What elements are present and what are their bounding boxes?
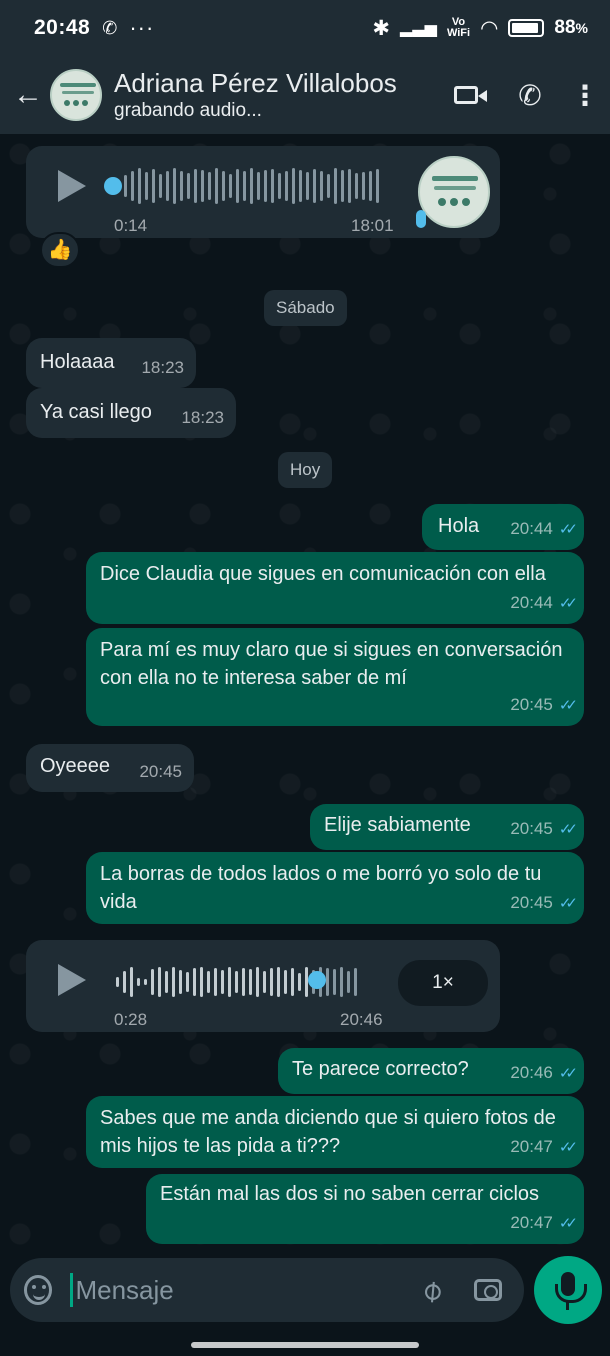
signal-icon: ▂▃▅	[400, 20, 437, 37]
message-text: La borras de todos lados o me borró yo s…	[100, 863, 542, 913]
read-receipt-icon: ✓✓	[558, 1139, 578, 1156]
date-divider: Hoy	[278, 452, 333, 488]
read-receipt-icon: ✓✓	[558, 895, 578, 912]
message-time: 20:46 ✓✓	[510, 1059, 578, 1088]
message-text: Hola	[438, 515, 480, 537]
outgoing-message[interactable]: Hola 20:44 ✓✓	[422, 504, 584, 550]
voice-message[interactable]: 0:28 20:46 1×	[26, 940, 500, 1032]
time-value: 20:45	[510, 893, 553, 912]
read-receipt-icon: ✓✓	[558, 521, 578, 538]
incoming-message[interactable]: Oyeeee 20:45	[26, 744, 194, 792]
audio-duration: 0:28	[114, 1010, 148, 1029]
more-notifications-icon: ···	[129, 15, 155, 40]
battery-value: 88	[554, 17, 576, 38]
message-time: 20:45	[139, 762, 182, 781]
time-value: 20:45	[510, 695, 553, 714]
time-value: 20:47	[510, 1213, 553, 1232]
message-time: 18:01	[351, 216, 394, 235]
video-call-icon[interactable]	[440, 79, 500, 111]
message-text: Elije sabiamente	[324, 814, 471, 836]
time-value: 20:45	[510, 819, 553, 838]
contact-avatar[interactable]	[50, 69, 102, 121]
whatsapp-icon: ✆	[102, 17, 118, 38]
wifi-icon: ◠	[480, 16, 499, 40]
voice-note-mic-icon	[416, 210, 426, 228]
outgoing-message[interactable]: Te parece correcto? 20:46 ✓✓	[278, 1048, 584, 1094]
bluetooth-icon: ✱	[372, 16, 391, 40]
message-text: Holaaaa	[40, 351, 115, 373]
contact-info[interactable]: Adriana Pérez Villalobos grabando audio.…	[114, 68, 440, 122]
battery-unit: %	[575, 20, 588, 36]
time-value: 20:46	[510, 1063, 553, 1082]
voice-call-icon[interactable]: ✆	[500, 79, 560, 112]
message-time: 20:47 ✓✓	[510, 1209, 578, 1238]
read-receipt-icon: ✓✓	[558, 595, 578, 612]
read-receipt-icon: ✓✓	[558, 1215, 578, 1232]
message-input[interactable]	[70, 1273, 411, 1307]
contact-status: grabando audio...	[114, 100, 262, 121]
outgoing-message[interactable]: Dice Claudia que sigues en comunicación …	[86, 552, 584, 624]
message-time: 18:23	[181, 408, 224, 427]
message-text: Te parece correcto?	[292, 1058, 469, 1080]
incoming-message[interactable]: Ya casi llego 18:23	[26, 388, 236, 438]
playback-position[interactable]	[308, 971, 326, 989]
gesture-home-bar[interactable]	[191, 1342, 419, 1348]
message-time: 18:23	[141, 358, 184, 377]
read-receipt-icon: ✓✓	[558, 821, 578, 838]
message-time: 20:44 ✓✓	[510, 515, 578, 544]
battery-icon	[508, 19, 545, 37]
contact-name: Adriana Pérez Villalobos	[114, 68, 397, 98]
voice-message[interactable]: 0:14 18:01	[26, 146, 500, 238]
outgoing-message[interactable]: Sabes que me anda diciendo que si quiero…	[86, 1096, 584, 1168]
outgoing-message[interactable]: Para mí es muy claro que si sigues en co…	[86, 628, 584, 726]
camera-icon[interactable]	[473, 1279, 502, 1301]
reaction-thumbs-up[interactable]: 👍	[40, 232, 80, 268]
date-divider: Sábado	[264, 290, 347, 326]
playback-position[interactable]	[104, 177, 122, 195]
microphone-icon	[555, 1272, 587, 1310]
message-time: 20:45 ✓✓	[510, 889, 578, 918]
message-text: Para mí es muy claro que si sigues en co…	[100, 639, 563, 689]
message-time: 20:45 ✓✓	[510, 815, 578, 844]
read-receipt-icon: ✓✓	[558, 697, 578, 714]
message-text: Están mal las dos si no saben cerrar cic…	[160, 1183, 540, 1205]
voice-record-button[interactable]	[534, 1256, 602, 1324]
message-time: 20:45 ✓✓	[510, 691, 578, 720]
waveform[interactable]	[116, 962, 386, 1002]
outgoing-message[interactable]: La borras de todos lados o me borró yo s…	[86, 852, 584, 924]
compose-bar: ⌀	[0, 1254, 610, 1356]
message-time: 20:47 ✓✓	[510, 1133, 578, 1162]
message-field-container: ⌀	[10, 1258, 524, 1322]
back-arrow-icon[interactable]: ←	[8, 78, 48, 112]
read-receipt-icon: ✓✓	[558, 1065, 578, 1082]
chat-header: ← Adriana Pérez Villalobos grabando audi…	[0, 56, 610, 134]
attach-paperclip-icon[interactable]: ⌀	[404, 1263, 459, 1317]
audio-duration: 0:14	[114, 216, 148, 235]
playback-speed-button[interactable]: 1×	[398, 960, 488, 1006]
message-list[interactable]: 0:14 18:01 👍 Sábado Holaaaa 18:23 Ya cas…	[0, 134, 610, 1254]
play-icon[interactable]	[58, 964, 86, 996]
message-text: Oyeeee	[40, 755, 111, 777]
time-value: 20:47	[510, 1137, 553, 1156]
incoming-message[interactable]: Holaaaa 18:23	[26, 338, 196, 388]
message-text: Sabes que me anda diciendo que si quiero…	[100, 1107, 556, 1157]
message-time: 20:44 ✓✓	[510, 589, 578, 618]
time-value: 20:44	[510, 593, 553, 612]
menu-kebab-icon[interactable]: ⋮	[560, 79, 610, 112]
battery-percent: 88%	[554, 17, 588, 39]
outgoing-message[interactable]: Elije sabiamente 20:45 ✓✓	[310, 804, 584, 850]
clock: 20:48	[34, 16, 91, 39]
vowifi-bottom: WiFi	[446, 27, 471, 39]
time-value: 20:44	[510, 519, 553, 538]
status-bar: 20:48 ✆ ··· ✱ ▂▃▅ Vo WiFi ◠ 88%	[0, 0, 610, 56]
emoji-icon[interactable]	[24, 1275, 53, 1305]
play-icon[interactable]	[58, 170, 86, 202]
outgoing-message[interactable]: Están mal las dos si no saben cerrar cic…	[146, 1174, 584, 1244]
message-text: Dice Claudia que sigues en comunicación …	[100, 563, 546, 585]
message-time: 20:46	[340, 1010, 383, 1029]
waveform[interactable]	[124, 166, 390, 206]
sender-avatar	[418, 156, 490, 228]
vowifi-indicator: Vo WiFi	[447, 17, 470, 39]
message-text: Ya casi llego	[40, 401, 152, 423]
